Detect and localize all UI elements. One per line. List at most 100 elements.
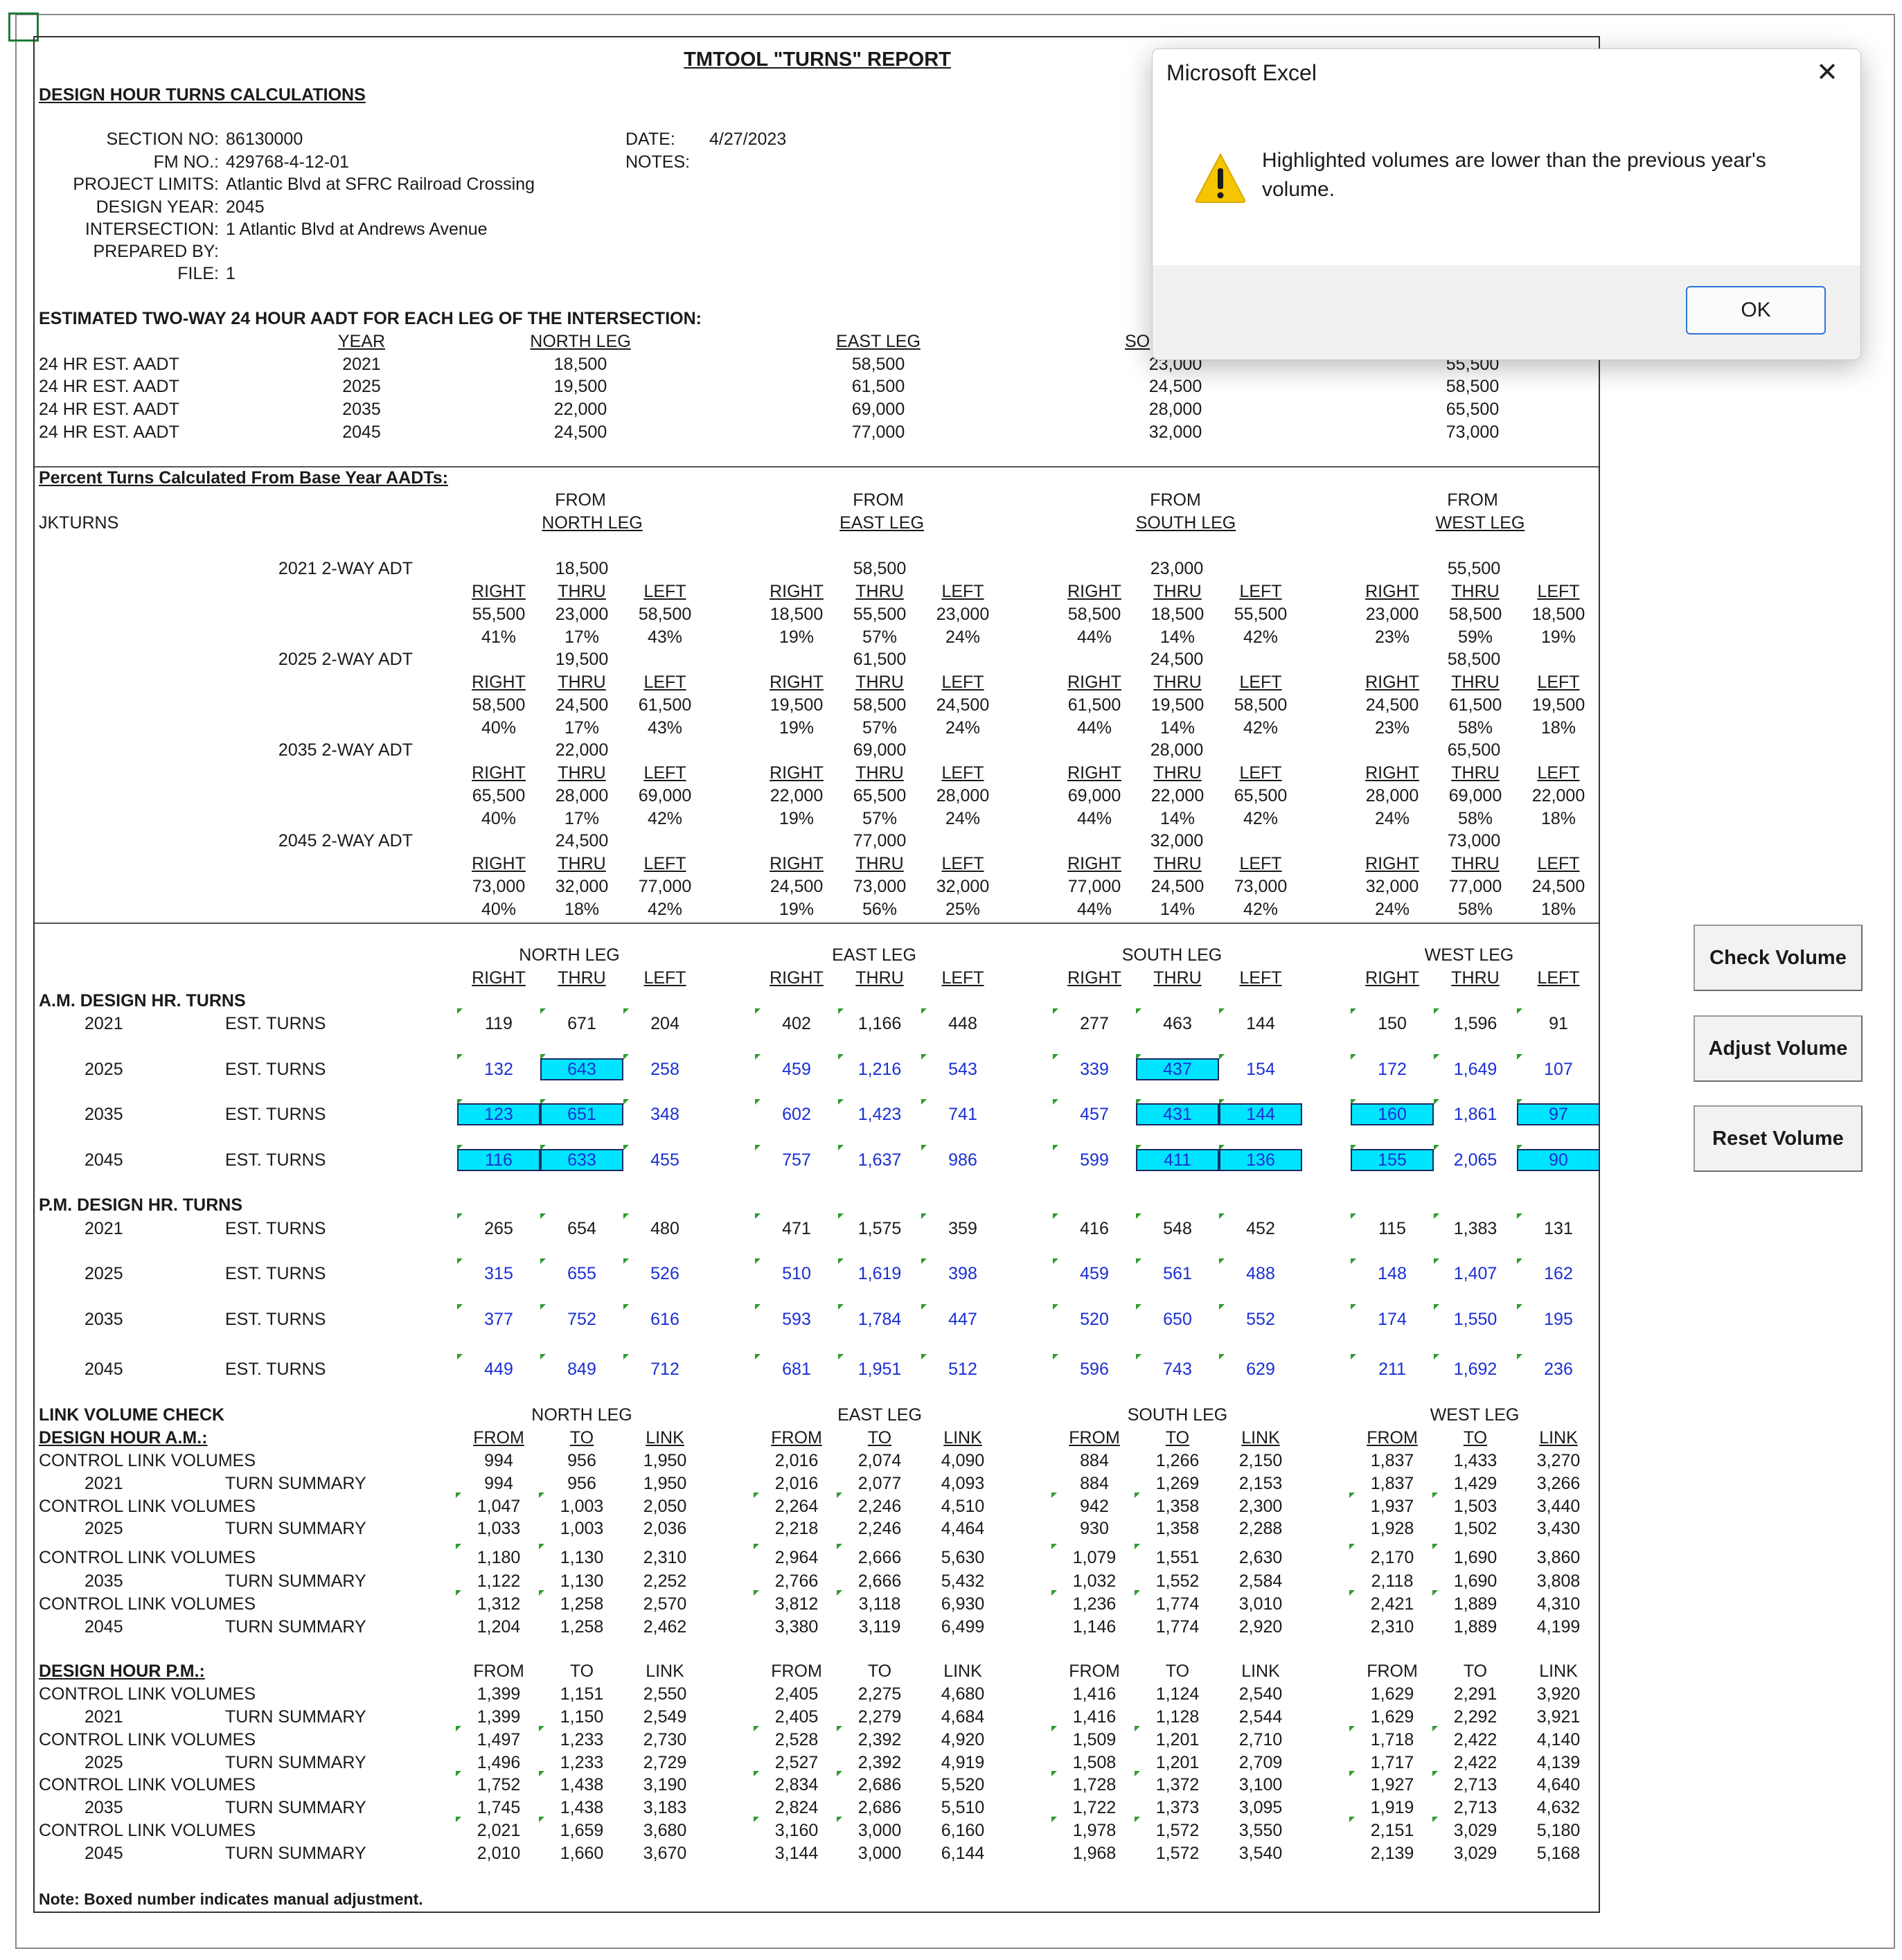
- turn-volume[interactable]: 596: [1054, 1359, 1135, 1380]
- adjust-volume-button[interactable]: Adjust Volume: [1694, 1015, 1863, 1082]
- turn-volume[interactable]: 457: [1054, 1104, 1135, 1125]
- adjusted-turn-volume[interactable]: 431: [1136, 1103, 1219, 1125]
- turn-volume[interactable]: 211: [1351, 1359, 1433, 1380]
- turn-volume[interactable]: 752: [541, 1309, 623, 1330]
- turn-volume[interactable]: 1,619: [839, 1263, 921, 1284]
- turn-volume[interactable]: 1,407: [1434, 1263, 1516, 1284]
- turn-volume[interactable]: 448: [922, 1013, 1004, 1034]
- turn-volume[interactable]: 447: [922, 1309, 1004, 1330]
- turn-volume[interactable]: 520: [1054, 1309, 1135, 1330]
- turn-volume[interactable]: 398: [922, 1263, 1004, 1284]
- turn-volume[interactable]: 712: [624, 1359, 706, 1380]
- turn-volume[interactable]: 671: [541, 1013, 623, 1034]
- turn-volume[interactable]: 593: [756, 1309, 837, 1330]
- turn-volume[interactable]: 471: [756, 1218, 837, 1239]
- turn-volume[interactable]: 757: [756, 1150, 837, 1170]
- turn-volume[interactable]: 1,383: [1434, 1218, 1516, 1239]
- turn-volume[interactable]: 681: [756, 1359, 837, 1380]
- turn-volume[interactable]: 561: [1137, 1263, 1218, 1284]
- close-icon[interactable]: ✕: [1813, 59, 1841, 87]
- turn-volume[interactable]: 741: [922, 1104, 1004, 1125]
- adjusted-turn-volume[interactable]: 123: [457, 1103, 540, 1125]
- turn-volume[interactable]: 339: [1054, 1059, 1135, 1080]
- turn-volume[interactable]: 1,216: [839, 1059, 921, 1080]
- turn-volume[interactable]: 629: [1220, 1359, 1301, 1380]
- turn-volume[interactable]: 1,596: [1434, 1013, 1516, 1034]
- turn-volume[interactable]: 1,784: [839, 1309, 921, 1330]
- turn-volume[interactable]: 512: [922, 1359, 1004, 1380]
- turn-volume[interactable]: 463: [1137, 1013, 1218, 1034]
- adjusted-turn-volume[interactable]: 633: [540, 1149, 623, 1171]
- turn-volume[interactable]: 455: [624, 1150, 706, 1170]
- turn-volume[interactable]: 1,861: [1434, 1104, 1516, 1125]
- turn-volume[interactable]: 488: [1220, 1263, 1301, 1284]
- turn-volume[interactable]: 277: [1054, 1013, 1135, 1034]
- turn-volume[interactable]: 1,692: [1434, 1359, 1516, 1380]
- turn-volume[interactable]: 986: [922, 1150, 1004, 1170]
- turn-volume[interactable]: 154: [1220, 1059, 1301, 1080]
- turn-volume[interactable]: 1,550: [1434, 1309, 1516, 1330]
- turn-volume[interactable]: 315: [458, 1263, 540, 1284]
- check-volume-button[interactable]: Check Volume: [1694, 925, 1863, 991]
- turn-volume[interactable]: 616: [624, 1309, 706, 1330]
- adjusted-turn-volume[interactable]: 97: [1517, 1103, 1600, 1125]
- turn-volume[interactable]: 174: [1351, 1309, 1433, 1330]
- turn-volume[interactable]: 132: [458, 1059, 540, 1080]
- turn-volume[interactable]: 402: [756, 1013, 837, 1034]
- turn-volume[interactable]: 148: [1351, 1263, 1433, 1284]
- turn-volume[interactable]: 526: [624, 1263, 706, 1284]
- adjusted-turn-volume[interactable]: 155: [1351, 1149, 1434, 1171]
- turn-volume[interactable]: 480: [624, 1218, 706, 1239]
- turn-volume[interactable]: 204: [624, 1013, 706, 1034]
- turn-volume[interactable]: 459: [1054, 1263, 1135, 1284]
- turn-volume[interactable]: 236: [1518, 1359, 1599, 1380]
- turn-volume[interactable]: 91: [1518, 1013, 1599, 1034]
- turn-volume[interactable]: 1,649: [1434, 1059, 1516, 1080]
- turn-volume[interactable]: 359: [922, 1218, 1004, 1239]
- turn-volume[interactable]: 348: [624, 1104, 706, 1125]
- adjusted-turn-volume[interactable]: 643: [540, 1058, 623, 1080]
- turn-volume[interactable]: 131: [1518, 1218, 1599, 1239]
- turn-volume[interactable]: 543: [922, 1059, 1004, 1080]
- turn-volume[interactable]: 172: [1351, 1059, 1433, 1080]
- turn-volume[interactable]: 115: [1351, 1218, 1433, 1239]
- adjusted-turn-volume[interactable]: 651: [540, 1103, 623, 1125]
- turn-volume[interactable]: 654: [541, 1218, 623, 1239]
- turn-volume[interactable]: 162: [1518, 1263, 1599, 1284]
- turn-volume[interactable]: 150: [1351, 1013, 1433, 1034]
- turn-volume[interactable]: 1,166: [839, 1013, 921, 1034]
- turn-volume[interactable]: 548: [1137, 1218, 1218, 1239]
- turn-volume[interactable]: 144: [1220, 1013, 1301, 1034]
- turn-volume[interactable]: 1,423: [839, 1104, 921, 1125]
- turn-volume[interactable]: 655: [541, 1263, 623, 1284]
- adjusted-turn-volume[interactable]: 411: [1136, 1149, 1219, 1171]
- turn-volume[interactable]: 265: [458, 1218, 540, 1239]
- turn-volume[interactable]: 650: [1137, 1309, 1218, 1330]
- turn-volume[interactable]: 119: [458, 1013, 540, 1034]
- turn-volume[interactable]: 107: [1518, 1059, 1599, 1080]
- adjusted-turn-volume[interactable]: 144: [1219, 1103, 1302, 1125]
- turn-volume[interactable]: 377: [458, 1309, 540, 1330]
- turn-volume[interactable]: 449: [458, 1359, 540, 1380]
- turn-volume[interactable]: 1,637: [839, 1150, 921, 1170]
- turn-volume[interactable]: 452: [1220, 1218, 1301, 1239]
- turn-volume[interactable]: 602: [756, 1104, 837, 1125]
- adjusted-turn-volume[interactable]: 437: [1136, 1058, 1219, 1080]
- reset-volume-button[interactable]: Reset Volume: [1694, 1105, 1863, 1172]
- adjusted-turn-volume[interactable]: 116: [457, 1149, 540, 1171]
- turn-volume[interactable]: 552: [1220, 1309, 1301, 1330]
- turn-volume[interactable]: 2,065: [1434, 1150, 1516, 1170]
- turn-volume[interactable]: 459: [756, 1059, 837, 1080]
- turn-volume[interactable]: 258: [624, 1059, 706, 1080]
- turn-volume[interactable]: 849: [541, 1359, 623, 1380]
- turn-volume[interactable]: 599: [1054, 1150, 1135, 1170]
- adjusted-turn-volume[interactable]: 136: [1219, 1149, 1302, 1171]
- turn-volume[interactable]: 416: [1054, 1218, 1135, 1239]
- adjusted-turn-volume[interactable]: 160: [1351, 1103, 1434, 1125]
- turn-volume[interactable]: 510: [756, 1263, 837, 1284]
- adjusted-turn-volume[interactable]: 90: [1517, 1149, 1600, 1171]
- ok-button[interactable]: OK: [1686, 286, 1826, 335]
- turn-volume[interactable]: 743: [1137, 1359, 1218, 1380]
- turn-volume[interactable]: 1,575: [839, 1218, 921, 1239]
- turn-volume[interactable]: 1,951: [839, 1359, 921, 1380]
